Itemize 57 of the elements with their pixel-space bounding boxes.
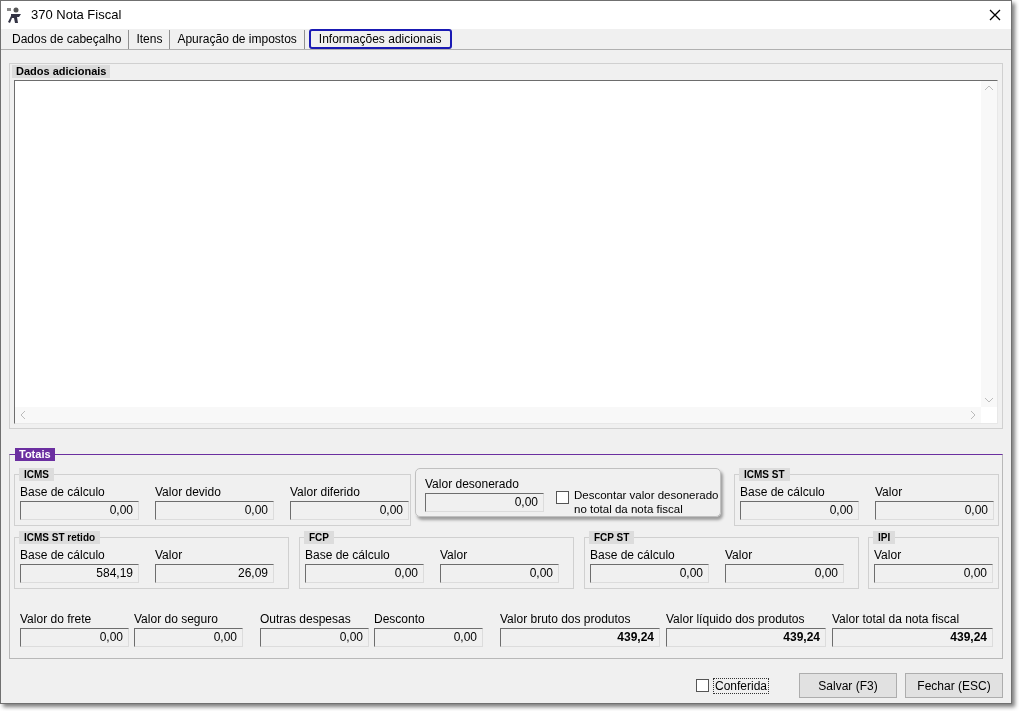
group-title: FCP xyxy=(304,531,334,544)
field-label: Valor diferido xyxy=(290,484,361,501)
tab[interactable]: Itens xyxy=(129,30,171,49)
checkbox-label: Descontar valor desonerado no total da nota fiscal xyxy=(574,488,720,516)
value-field[interactable]: 0,00 xyxy=(440,564,559,583)
value-field[interactable]: 0,00 xyxy=(425,493,544,512)
field-label: Base de cálculo xyxy=(740,484,826,501)
value-field[interactable]: 439,24 xyxy=(666,628,826,647)
tab[interactable]: Informações adicionais xyxy=(308,29,452,49)
field-label: Valor líquido dos produtos xyxy=(666,611,806,628)
value-field[interactable]: 26,09 xyxy=(155,564,274,583)
value-field[interactable]: 0,00 xyxy=(875,501,994,520)
value-field[interactable]: 0,00 xyxy=(290,501,409,520)
value-field[interactable]: 0,00 xyxy=(155,501,274,520)
value-field[interactable]: 0,00 xyxy=(20,501,139,520)
group-title: IPI xyxy=(873,531,896,544)
field-label: Valor xyxy=(440,547,469,564)
group-title: Dados adicionais xyxy=(12,65,111,78)
tab[interactable]: Dados de cabeçalho xyxy=(5,30,130,49)
value-field[interactable]: 0,00 xyxy=(725,564,844,583)
field-label: Base de cálculo xyxy=(20,547,106,564)
value-field[interactable]: 0,00 xyxy=(134,628,243,647)
field-label: Valor total da nota fiscal xyxy=(832,611,961,628)
field-label: Base de cálculo xyxy=(20,484,106,501)
tab[interactable]: Apuração de impostos xyxy=(170,30,305,49)
field-label: Outras despesas xyxy=(260,611,352,628)
value-field[interactable]: 0,00 xyxy=(20,628,129,647)
group-title: Totais xyxy=(15,448,55,461)
field-label: Valor xyxy=(725,547,754,564)
field-label: Valor devido xyxy=(155,484,222,501)
group-title: FCP ST xyxy=(589,531,635,544)
button[interactable]: Fechar (ESC) xyxy=(905,673,1003,698)
value-field[interactable]: 0,00 xyxy=(305,564,424,583)
field-label: Valor desonerado xyxy=(425,476,520,493)
field-label: Base de cálculo xyxy=(305,547,391,564)
value-field[interactable]: 0,00 xyxy=(374,628,483,647)
value-field[interactable]: 0,00 xyxy=(740,501,859,520)
value-field[interactable]: 0,00 xyxy=(590,564,709,583)
field-label: Valor bruto dos produtos xyxy=(500,611,632,628)
checkbox-label: Conferida xyxy=(712,677,769,694)
window-title: 370 Nota Fiscal xyxy=(31,6,122,25)
button[interactable]: Salvar (F3) xyxy=(799,673,897,698)
field-label: Valor do seguro xyxy=(134,611,219,628)
group-title: ICMS ST xyxy=(739,468,790,481)
group-title: ICMS ST retido xyxy=(19,531,101,544)
group-title: ICMS xyxy=(19,468,54,481)
field-label: Base de cálculo xyxy=(590,547,676,564)
field-label: Valor xyxy=(875,484,904,501)
field-label: Desconto xyxy=(374,611,426,628)
value-field[interactable]: 0,00 xyxy=(874,564,993,583)
field-label: Valor xyxy=(155,547,184,564)
field-label: Valor xyxy=(874,547,903,564)
field-label: Valor do frete xyxy=(20,611,93,628)
value-field[interactable]: 439,24 xyxy=(500,628,660,647)
value-field[interactable]: 0,00 xyxy=(260,628,369,647)
value-field[interactable]: 439,24 xyxy=(832,628,993,647)
value-field[interactable]: 584,19 xyxy=(20,564,139,583)
